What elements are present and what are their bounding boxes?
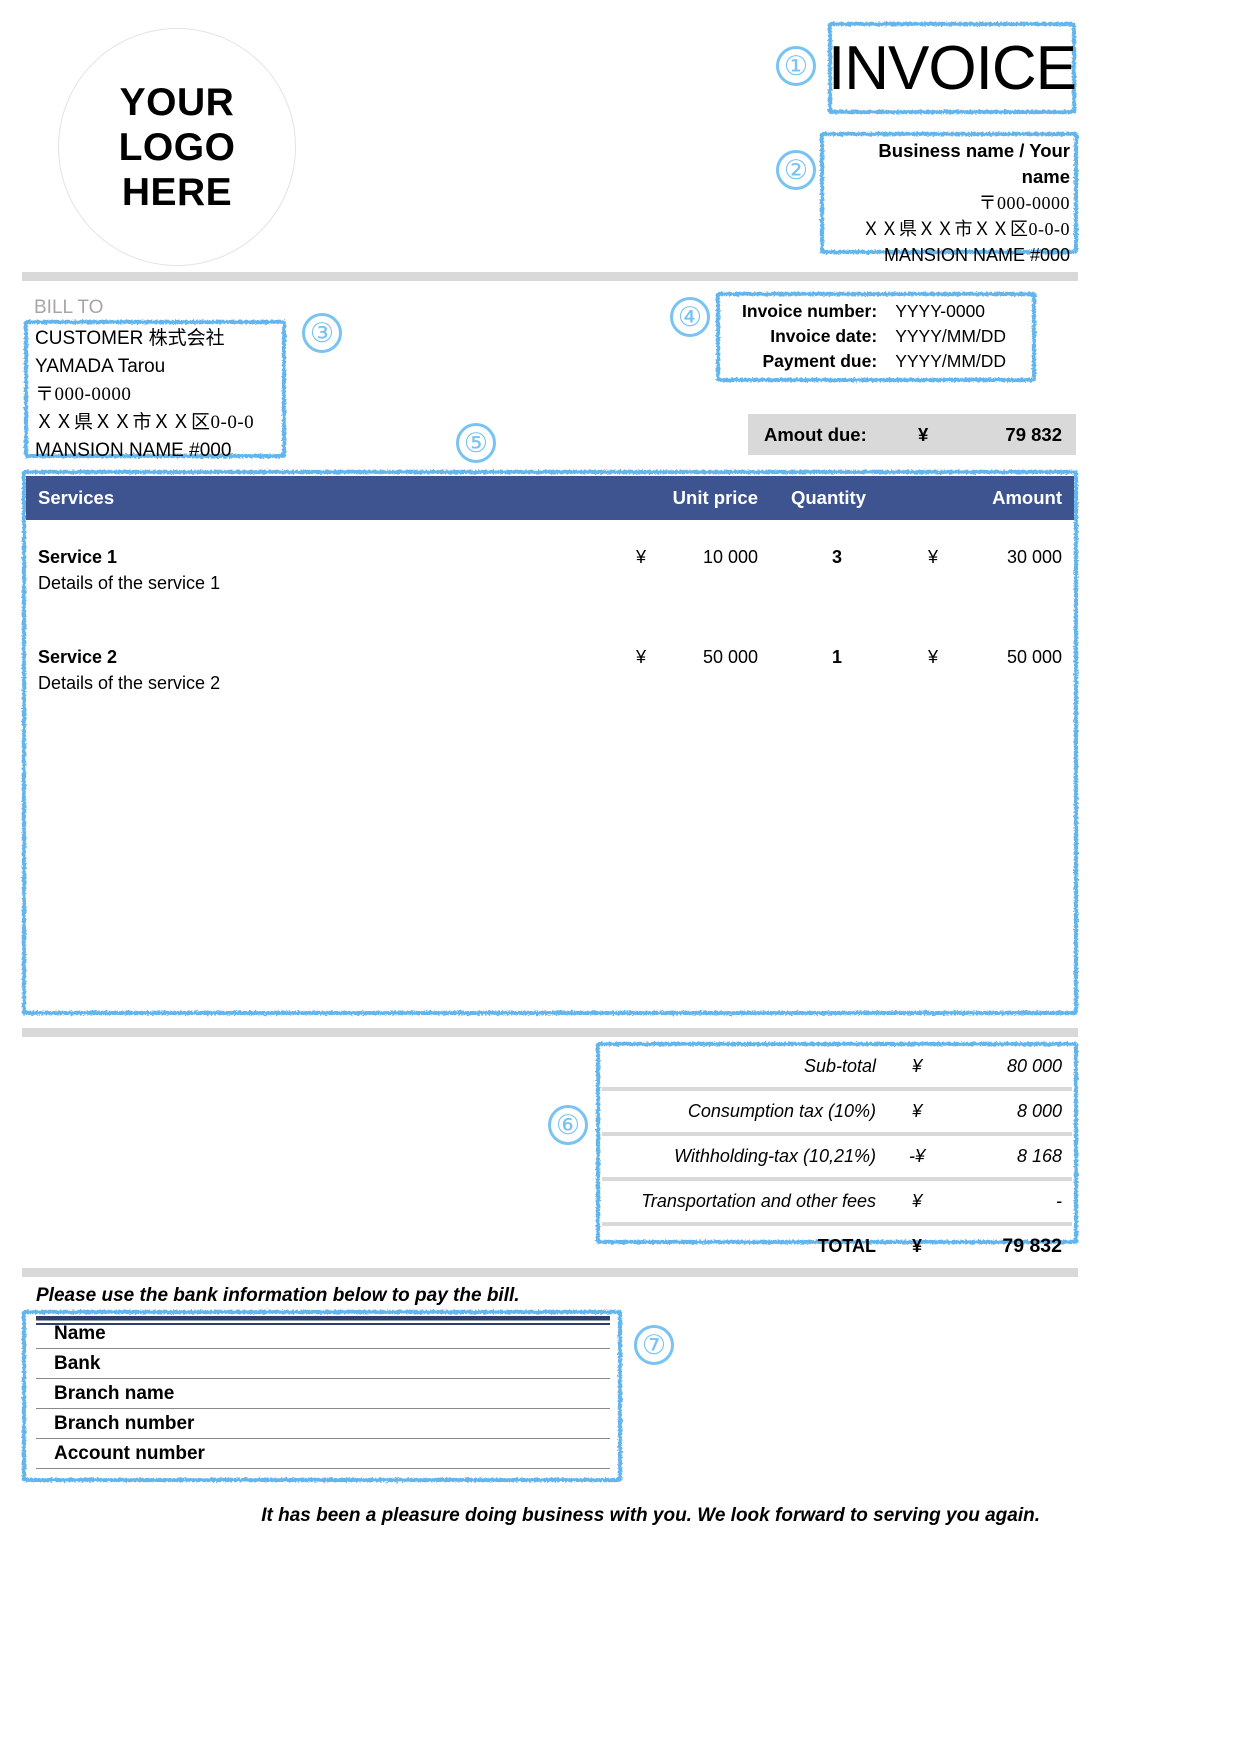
service-description: Details of the service 2 [38, 673, 221, 693]
divider-header [22, 272, 1078, 281]
amount-due-value: 79 832 [1005, 423, 1062, 445]
totals-label: Consumption tax (10%) [687, 1101, 876, 1121]
amount-currency: ¥ [927, 547, 938, 567]
meta-key: Invoice date: [770, 326, 878, 346]
callout-3: ③ [302, 313, 342, 353]
services-table-header: Services Unit price Quantity Amount [26, 476, 1074, 520]
bank-row: Branch name [36, 1378, 610, 1409]
totals-currency: ¥ [911, 1236, 922, 1256]
quantity-value: 3 [831, 547, 842, 567]
bill-to-label: BILL TO [34, 297, 104, 318]
invoice-page: YOUR LOGO HERE ① INVOICE ② Business name… [0, 0, 1240, 1753]
meta-row: Payment due: YYYY/MM/DD [716, 349, 1036, 374]
invoice-meta: Invoice number: YYYY-0000 Invoice date: … [716, 292, 1036, 382]
service-name: Service 2 [38, 647, 118, 667]
totals-row: Consumption tax (10%) ¥ 8 000 [602, 1087, 1072, 1132]
callout-2: ② [776, 150, 816, 190]
unit-price-value: 50 000 [702, 647, 758, 667]
customer-company: CUSTOMER 株式会社 [35, 328, 225, 349]
sender-address: ＸＸ県ＸＸ市ＸＸ区0-0-0 [862, 219, 1070, 239]
totals-row: Sub-total ¥ 80 000 [602, 1046, 1072, 1087]
meta-value: YYYY-0000 [895, 301, 986, 321]
totals-row: Transportation and other fees ¥ - [602, 1177, 1072, 1222]
totals-label: Sub-total [803, 1056, 876, 1076]
sender-building: MANSION NAME #000 [883, 245, 1070, 265]
totals-value: 8 168 [1016, 1146, 1062, 1166]
bank-field-label: Bank [36, 1348, 610, 1379]
page-title: INVOICE [828, 33, 1077, 103]
service-description: Details of the service 1 [38, 573, 221, 593]
customer-building: MANSION NAME #000 [35, 440, 232, 461]
customer-person: YAMADA Tarou [35, 356, 166, 377]
bank-row: Account number [36, 1438, 610, 1469]
totals-value: 80 000 [1006, 1056, 1062, 1076]
column-header-services: Services [38, 487, 115, 508]
amount-currency: ¥ [927, 647, 938, 667]
totals-currency: ¥ [911, 1056, 922, 1076]
totals-value: - [1056, 1191, 1062, 1211]
totals-row-grand-total: TOTAL ¥ 79 832 [602, 1222, 1072, 1267]
meta-value: YYYY/MM/DD [895, 326, 1007, 346]
bank-field-label: Account number [36, 1438, 610, 1469]
totals-label: Transportation and other fees [641, 1191, 876, 1211]
amount-due-bar: Amout due: ¥ 79 832 [748, 414, 1076, 455]
column-header-unit-price: Unit price [672, 487, 758, 508]
footer-closing-note: It has been a pleasure doing business wi… [261, 1505, 1040, 1526]
bank-field-label: Branch number [36, 1408, 610, 1439]
bank-row: Name [36, 1318, 610, 1349]
totals-table: Sub-total ¥ 80 000 Consumption tax (10%)… [602, 1046, 1072, 1267]
logo-line-1: YOUR [119, 80, 235, 124]
logo-placeholder: YOUR LOGO HERE [58, 28, 296, 266]
totals-row: Withholding-tax (10,21%) -¥ 8 168 [602, 1132, 1072, 1177]
totals-label: Withholding-tax (10,21%) [674, 1146, 876, 1166]
column-header-quantity: Quantity [790, 487, 866, 508]
bank-field-label: Branch name [36, 1378, 610, 1409]
amount-due-currency: ¥ [917, 423, 929, 445]
totals-label: TOTAL [817, 1236, 876, 1256]
meta-key: Invoice number: [742, 301, 878, 321]
callout-4: ④ [670, 297, 710, 337]
bill-to-info: CUSTOMER 株式会社 YAMADA Tarou 〒000-0000 ＸＸ県… [24, 320, 286, 461]
logo-line-2: LOGO [118, 125, 236, 169]
meta-row: Invoice date: YYYY/MM/DD [716, 324, 1036, 349]
customer-address: ＸＸ県ＸＸ市ＸＸ区0-0-0 [35, 412, 255, 433]
amount-due-label: Amout due: [764, 423, 867, 445]
callout-7: ⑦ [634, 1325, 674, 1365]
amount-value: 30 000 [1006, 547, 1062, 567]
service-name: Service 1 [38, 547, 118, 567]
customer-postal: 〒000-0000 [35, 384, 132, 405]
callout-1: ① [776, 46, 816, 86]
totals-value: 8 000 [1016, 1101, 1062, 1121]
bank-row: Bank [36, 1348, 610, 1379]
meta-value: YYYY/MM/DD [895, 351, 1007, 371]
column-header-amount: Amount [992, 487, 1062, 508]
bank-details-table: Name Bank Branch name Branch number Acco… [36, 1318, 610, 1469]
callout-5: ⑤ [456, 423, 496, 463]
meta-key: Payment due: [762, 351, 878, 371]
totals-value: 79 832 [1002, 1235, 1062, 1257]
bank-field-label: Name [36, 1318, 610, 1349]
unit-price-value: 10 000 [702, 547, 758, 567]
divider-above-bank [22, 1268, 1078, 1277]
sender-name: Business name / Your name [878, 140, 1070, 187]
totals-currency: -¥ [908, 1146, 925, 1166]
callout-6: ⑥ [548, 1105, 588, 1145]
totals-currency: ¥ [911, 1101, 922, 1121]
bank-row: Branch number [36, 1408, 610, 1439]
logo-line-3: HERE [121, 170, 233, 214]
amount-value: 50 000 [1006, 647, 1062, 667]
sender-info: Business name / Your name 〒000-0000 ＸＸ県Ｘ… [820, 132, 1078, 265]
bank-instruction-text: Please use the bank information below to… [36, 1285, 520, 1306]
sender-postal: 〒000-0000 [978, 193, 1070, 213]
meta-row: Invoice number: YYYY-0000 [716, 299, 1036, 324]
unit-price-currency: ¥ [635, 647, 646, 667]
divider-below-table [22, 1028, 1078, 1037]
totals-currency: ¥ [911, 1191, 922, 1211]
unit-price-currency: ¥ [635, 547, 646, 567]
quantity-value: 1 [831, 647, 842, 667]
